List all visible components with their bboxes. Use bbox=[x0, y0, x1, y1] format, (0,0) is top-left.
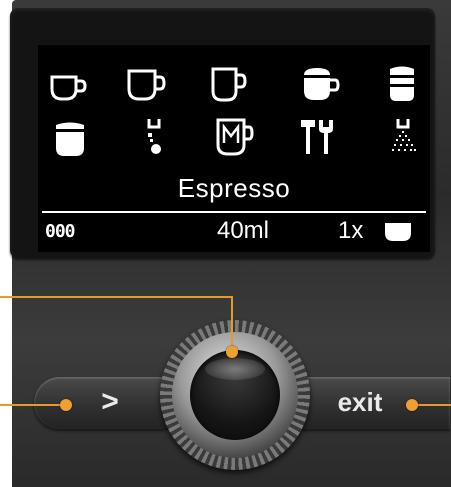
large-cup-icon[interactable] bbox=[208, 65, 248, 105]
espresso-cup-icon[interactable] bbox=[48, 67, 88, 107]
dial-callout-line-vertical bbox=[231, 296, 233, 352]
display-screen: Espresso 000 40ml 1x bbox=[38, 45, 430, 252]
menu-mug-icon[interactable] bbox=[214, 117, 254, 157]
tools-icon[interactable] bbox=[298, 117, 338, 157]
exit-button-label: exit bbox=[337, 387, 383, 417]
next-button-label: > bbox=[101, 385, 119, 418]
coffee-cup-icon[interactable] bbox=[126, 65, 166, 105]
volume-readout: 40ml bbox=[216, 217, 270, 244]
display-divider bbox=[42, 211, 426, 213]
dial-callout-line bbox=[0, 296, 232, 298]
milk-cup-icon[interactable] bbox=[50, 119, 90, 159]
rotary-dial-highlight bbox=[205, 358, 265, 380]
cup-count-icon bbox=[385, 223, 411, 241]
drink-name-label: Espresso bbox=[177, 173, 291, 203]
strength-indicator: 000 bbox=[45, 221, 75, 242]
steam-icon[interactable] bbox=[383, 117, 423, 157]
latte-macchiato-icon[interactable] bbox=[382, 65, 422, 105]
next-callout-dot bbox=[60, 399, 72, 411]
exit-callout-dot bbox=[406, 399, 418, 411]
cappuccino-icon[interactable] bbox=[300, 65, 340, 105]
dial-callout-dot bbox=[226, 346, 238, 358]
cup-count-readout: 1x bbox=[338, 217, 364, 244]
next-callout-line bbox=[0, 404, 66, 406]
hot-water-icon[interactable] bbox=[134, 117, 174, 157]
